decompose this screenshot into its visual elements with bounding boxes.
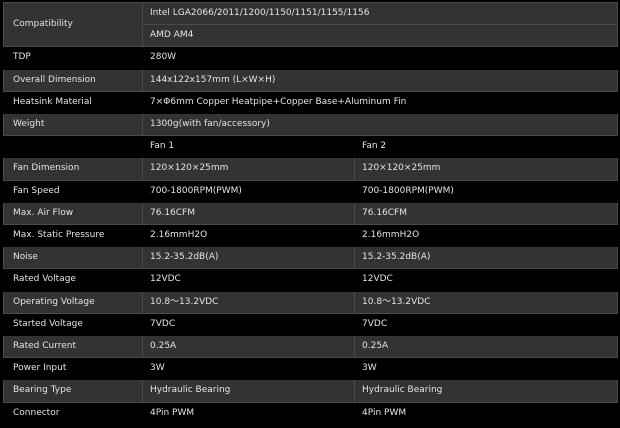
fan2-value: 12VDC [354,268,618,292]
fan2-value: 3W [354,357,618,381]
compatibility-intel: Intel LGA2066/2011/1200/1150/1151/1155/1… [142,1,618,26]
table-row: Bearing Type Hydraulic Bearing Hydraulic… [3,379,618,403]
fan2-value: 0.25A [354,335,618,359]
fan2-value: 4Pin PWM [354,401,618,425]
row-label: Connector [3,401,143,425]
row-label: Started Voltage [3,312,143,337]
compatibility-amd: AMD AM4 [142,24,618,48]
table-row: Max. Static Pressure 2.16mmH2O 2.16mmH2O [3,224,618,248]
row-label: Overall Dimension [3,68,143,92]
compatibility-label: Compatibility [3,1,143,48]
fan2-value: 7VDC [354,312,618,337]
fan1-value: 12VDC [142,268,355,292]
fan1-value: 4Pin PWM [142,401,355,425]
table-row: Operating Voltage 10.8～13.2VDC 10.8～13.2… [3,290,618,314]
fan1-value: 2.16mmH2O [142,224,355,248]
row-value: 1300g(with fan/accessory) [142,113,618,137]
table-row: Max. Air Flow 76.16CFM 76.16CFM [3,201,618,226]
fan1-value: 0.25A [142,335,355,359]
fan2-value: 15.2-35.2dB(A) [354,246,618,270]
row-label: TDP [3,46,143,70]
fan1-value: 700-1800RPM(PWM) [142,179,355,203]
fan1-header: Fan 1 [142,135,355,159]
table-row: Rated Voltage 12VDC 12VDC [3,268,618,292]
table-row: Connector 4Pin PWM 4Pin PWM [3,401,618,425]
fan2-value: 2.16mmH2O [354,224,618,248]
table-row: Noise 15.2-35.2dB(A) 15.2-35.2dB(A) [3,246,618,270]
fan2-value: 120×120×25mm [354,157,618,181]
row-label: Rated Voltage [3,268,143,292]
row-label: Max. Static Pressure [3,224,143,248]
fan2-value: 10.8～13.2VDC [354,290,618,314]
table-row: Overall Dimension 144x122x157mm (L×W×H) [3,68,618,92]
row-label: Fan Speed [3,179,143,203]
fan1-value: 76.16CFM [142,201,355,226]
fan2-value: Hydraulic Bearing [354,379,618,403]
fan2-value: 700-1800RPM(PWM) [354,179,618,203]
row-value: 280W [142,46,618,70]
fan1-value: Hydraulic Bearing [142,379,355,403]
row-value: 7×Φ6mm Copper Heatpipe+Copper Base+Alumi… [142,90,618,115]
row-label: Heatsink Material [3,90,143,115]
fan1-value: 7VDC [142,312,355,337]
row-value: 144x122x157mm (L×W×H) [142,68,618,92]
fan-header-row: Fan 1 Fan 2 [3,135,618,159]
row-label: Operating Voltage [3,290,143,314]
fan-header-corner [3,135,143,159]
table-row: Heatsink Material 7×Φ6mm Copper Heatpipe… [3,90,618,115]
table-row: Rated Current 0.25A 0.25A [3,335,618,359]
fan1-value: 3W [142,357,355,381]
table-row: Compatibility Intel LGA2066/2011/1200/11… [3,1,618,48]
table-row: TDP 280W [3,46,618,70]
spec-table: Compatibility Intel LGA2066/2011/1200/11… [3,1,618,425]
table-row: Fan Dimension 120×120×25mm 120×120×25mm [3,157,618,181]
table-row: Fan Speed 700-1800RPM(PWM) 700-1800RPM(P… [3,179,618,203]
table-row: Started Voltage 7VDC 7VDC [3,312,618,337]
row-label: Power Input [3,357,143,381]
fan2-value: 76.16CFM [354,201,618,226]
row-label: Bearing Type [3,379,143,403]
table-row: Weight 1300g(with fan/accessory) [3,113,618,137]
table-row: Power Input 3W 3W [3,357,618,381]
fan2-header: Fan 2 [354,135,618,159]
fan1-value: 10.8～13.2VDC [142,290,355,314]
fan1-value: 120×120×25mm [142,157,355,181]
row-label: Rated Current [3,335,143,359]
row-label: Fan Dimension [3,157,143,181]
row-label: Max. Air Flow [3,201,143,226]
row-label: Weight [3,113,143,137]
row-label: Noise [3,246,143,270]
fan1-value: 15.2-35.2dB(A) [142,246,355,270]
